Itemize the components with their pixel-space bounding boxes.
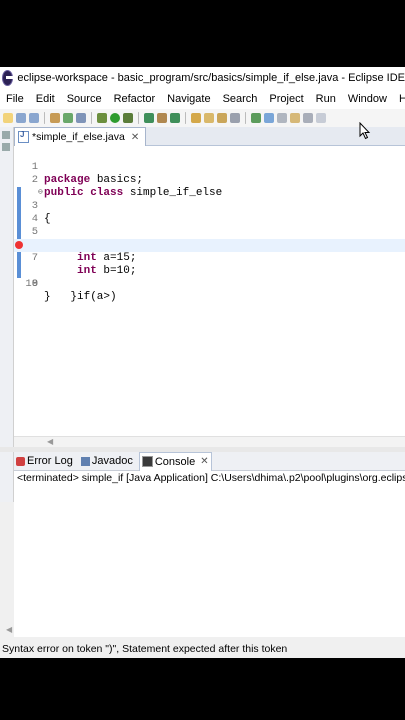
- package-explorer-icon[interactable]: [2, 143, 10, 151]
- toolbar-separator: [91, 112, 92, 124]
- code-line[interactable]: 4 ⊖ public static void main(String[] arg…: [14, 186, 405, 251]
- menu-refactor[interactable]: Refactor: [108, 93, 162, 105]
- back-icon[interactable]: [277, 113, 287, 123]
- new-package-icon[interactable]: [157, 113, 167, 123]
- menu-file[interactable]: File: [0, 93, 30, 105]
- build-icon[interactable]: [50, 113, 60, 123]
- left-trim-stack: [0, 127, 14, 502]
- code-line[interactable]: 5 {: [14, 200, 405, 251]
- console-output[interactable]: [14, 485, 405, 637]
- paragraph-icon[interactable]: [316, 113, 326, 123]
- code-line[interactable]: 7 int b=10;: [14, 226, 405, 277]
- open-task-icon[interactable]: [204, 113, 214, 123]
- code-line[interactable]: 6 int a=15;: [14, 213, 405, 264]
- search-icon[interactable]: [217, 113, 227, 123]
- save-all-icon[interactable]: [29, 113, 39, 123]
- annotation-icon[interactable]: [230, 113, 240, 123]
- restore-icon[interactable]: [2, 131, 10, 139]
- main-toolbar: [0, 109, 405, 128]
- tab-console[interactable]: Console ✕: [138, 451, 212, 471]
- menu-bar: File Edit Source Refactor Navigate Searc…: [0, 89, 405, 109]
- error-marker-icon[interactable]: [15, 241, 23, 249]
- tab-label: *simple_if_else.java: [32, 131, 125, 143]
- menu-edit[interactable]: Edit: [30, 93, 61, 105]
- new-icon[interactable]: [3, 113, 13, 123]
- external-tools-icon[interactable]: [123, 113, 133, 123]
- code-line[interactable]: 1 package basics;: [14, 148, 405, 186]
- debug-icon[interactable]: [97, 113, 107, 123]
- next-annotation-icon[interactable]: [251, 113, 261, 123]
- java-file-icon: [18, 130, 29, 143]
- javadoc-icon: [80, 456, 90, 466]
- tab-label: Error Log: [27, 455, 73, 467]
- menu-navigate[interactable]: Navigate: [161, 93, 216, 105]
- code-line[interactable]: 9 }: [14, 252, 405, 303]
- tab-label: Console: [154, 455, 196, 468]
- close-icon[interactable]: ✕: [200, 456, 208, 467]
- code-line[interactable]: 3 {: [14, 174, 405, 225]
- save-icon[interactable]: [16, 113, 26, 123]
- tab-label: Javadoc: [91, 455, 133, 467]
- line-number: 10: [25, 278, 38, 290]
- menu-project[interactable]: Project: [263, 93, 309, 105]
- menu-help[interactable]: Help: [393, 93, 405, 105]
- menu-source[interactable]: Source: [61, 93, 108, 105]
- scroll-left-icon[interactable]: ◀: [6, 625, 12, 634]
- menu-window[interactable]: Window: [342, 93, 393, 105]
- toggle-mark-occurrences-icon[interactable]: [264, 113, 274, 123]
- mouse-pointer-icon: [359, 122, 371, 140]
- console-process-label: <terminated> simple_if [Java Application…: [14, 471, 405, 485]
- toolbar-separator: [245, 112, 246, 124]
- menu-run[interactable]: Run: [310, 93, 342, 105]
- code-text: }: [44, 291, 51, 303]
- refresh-icon[interactable]: [76, 113, 86, 123]
- status-bar: Syntax error on token ")", Statement exp…: [0, 641, 405, 658]
- title-bar: eclipse-workspace - basic_program/src/ba…: [0, 67, 405, 89]
- eclipse-logo-icon: [2, 70, 15, 86]
- tab-error-log[interactable]: Error Log: [14, 452, 75, 470]
- run-icon[interactable]: [110, 113, 120, 123]
- tab-simple-if-else[interactable]: *simple_if_else.java ✕: [14, 127, 147, 146]
- open-type-icon[interactable]: [191, 113, 201, 123]
- code-line-current[interactable]: 8 if(a>): [14, 239, 405, 303]
- new-class-icon[interactable]: [170, 113, 180, 123]
- editor-horizontal-scrollbar[interactable]: ◀: [14, 436, 405, 447]
- scroll-left-icon[interactable]: ◀: [47, 437, 53, 446]
- toolbar-separator: [138, 112, 139, 124]
- toolbar-separator: [185, 112, 186, 124]
- error-log-icon: [16, 456, 25, 466]
- window-title: eclipse-workspace - basic_program/src/ba…: [17, 72, 405, 84]
- console-icon: [141, 456, 153, 467]
- new-java-project-icon[interactable]: [144, 113, 154, 123]
- toolbar-separator: [44, 112, 45, 124]
- bottom-panel-tabs: Error Log Javadoc Console ✕: [14, 451, 405, 471]
- pin-icon[interactable]: [303, 113, 313, 123]
- menu-search[interactable]: Search: [217, 93, 264, 105]
- eclipse-window: eclipse-workspace - basic_program/src/ba…: [0, 67, 405, 658]
- fold-toggle-icon[interactable]: ⊖: [38, 186, 43, 199]
- forward-icon[interactable]: [290, 113, 300, 123]
- code-editor[interactable]: 1 package basics; 2 public class simple_…: [14, 146, 405, 436]
- editor-tab-bar: *simple_if_else.java ✕: [14, 127, 405, 146]
- tab-javadoc[interactable]: Javadoc: [79, 452, 135, 470]
- close-icon[interactable]: ✕: [131, 132, 139, 143]
- coverage-icon[interactable]: [63, 113, 73, 123]
- code-line[interactable]: 2 public class simple_if_else: [14, 161, 405, 199]
- code-line[interactable]: 10 }: [14, 265, 405, 303]
